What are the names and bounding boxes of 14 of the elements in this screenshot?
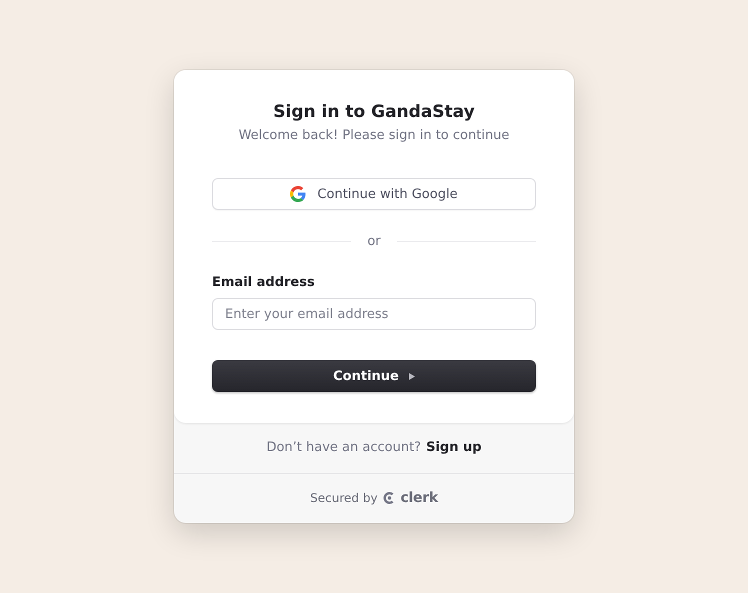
continue-button[interactable]: Continue [212, 360, 536, 392]
sign-up-prompt: Don’t have an account? [266, 440, 422, 456]
google-icon [290, 186, 306, 202]
sign-up-link[interactable]: Sign up [426, 440, 482, 456]
clerk-wordmark: clerk [400, 490, 438, 506]
card-title: Sign in to GandaStay [272, 101, 476, 123]
google-button[interactable]: Continue with Google [212, 178, 536, 210]
card-subtitle: Welcome back! Please sign in to continue [238, 127, 510, 145]
email-label: Email address [212, 274, 316, 292]
clerk-logo-icon [382, 491, 396, 506]
caret-icon [408, 372, 415, 380]
email-field[interactable]: Enter your email address [212, 298, 536, 330]
secured-by-label: Secured by [310, 491, 378, 506]
divider-label: or [367, 234, 381, 248]
